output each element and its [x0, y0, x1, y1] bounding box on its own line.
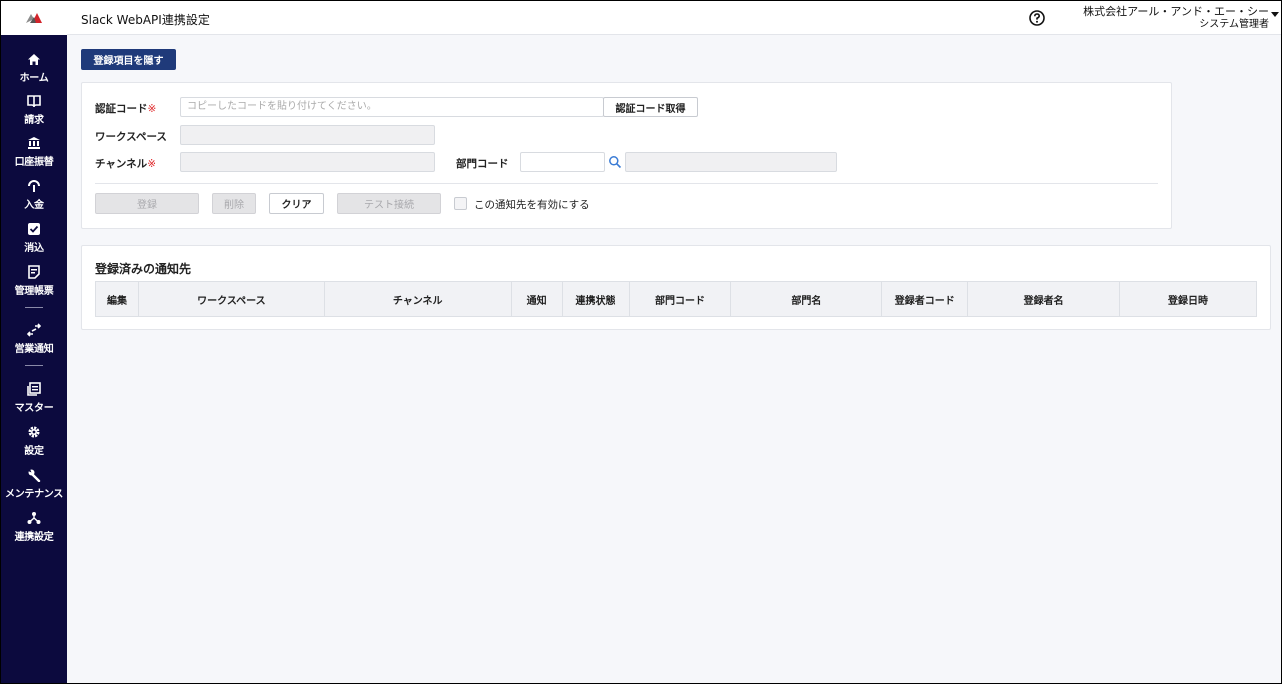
search-icon[interactable]	[608, 155, 622, 169]
book-icon	[26, 93, 42, 109]
auth-code-label: 認証コード※	[95, 103, 157, 115]
bank-icon	[26, 135, 42, 151]
column-header-registrant-name[interactable]: 登録者名	[967, 281, 1121, 317]
sidebar-item-label: 入金	[24, 200, 44, 211]
column-header-dept-code[interactable]: 部門コード	[628, 281, 732, 317]
share-icon	[26, 510, 42, 526]
column-header-registrant-code[interactable]: 登録者コード	[881, 281, 969, 317]
column-header-status[interactable]: 連携状態	[561, 281, 630, 317]
sidebar-item-integration[interactable]: 連携設定	[1, 508, 67, 550]
sidebar-item-master[interactable]: マスター	[1, 379, 67, 421]
sidebar-divider	[25, 365, 43, 366]
app-logo[interactable]	[1, 1, 67, 35]
deposit-icon	[26, 178, 42, 194]
sidebar-item-billing[interactable]: 請求	[1, 91, 67, 133]
test-connection-button[interactable]: テスト接続	[337, 193, 441, 214]
channel-select[interactable]	[180, 152, 435, 172]
workspace-field	[180, 125, 435, 145]
sidebar-item-label: 営業通知	[14, 344, 54, 355]
sidebar-item-label: 設定	[24, 446, 44, 457]
sidebar-item-label: メンテナンス	[5, 489, 63, 500]
sidebar-item-home[interactable]: ホーム	[1, 49, 67, 91]
column-header-edit[interactable]: 編集	[95, 281, 139, 317]
auth-code-input[interactable]: コピーしたコードを貼り付けてください。	[180, 97, 604, 117]
register-button[interactable]: 登録	[95, 193, 199, 214]
company-name: 株式会社アール・アンド・エー・シー	[1083, 5, 1269, 18]
chevron-down-icon[interactable]	[1271, 12, 1279, 17]
delete-button[interactable]: 削除	[212, 193, 256, 214]
sidebar-item-label: 請求	[24, 115, 44, 126]
channel-label: チャンネル※	[95, 158, 156, 170]
sidebar-item-deposit[interactable]: 入金	[1, 176, 67, 218]
sidebar-item-bank-transfer[interactable]: 口座振替	[1, 133, 67, 175]
column-header-channel[interactable]: チャンネル	[323, 281, 512, 317]
master-icon	[26, 381, 42, 397]
sidebar-item-label: 連携設定	[14, 532, 54, 543]
check-icon	[26, 221, 42, 237]
sidebar: ホーム 請求 口座振替 入金 消込 管理帳票 営業通知 マスター 設定 メンテナ…	[1, 1, 67, 683]
sidebar-item-reports[interactable]: 管理帳票	[1, 262, 67, 304]
sidebar-item-label: マスター	[14, 403, 54, 414]
sidebar-item-maintenance[interactable]: メンテナンス	[1, 465, 67, 507]
help-icon[interactable]	[1029, 10, 1045, 26]
dept-name-field	[625, 152, 837, 172]
column-header-workspace[interactable]: ワークスペース	[137, 281, 325, 317]
sidebar-item-settings[interactable]: 設定	[1, 422, 67, 464]
hide-form-button[interactable]: 登録項目を隠す	[81, 49, 176, 70]
user-menu[interactable]: 株式会社アール・アンド・エー・シー システム管理者	[1083, 5, 1269, 31]
section-title: 登録済みの通知先	[95, 262, 192, 276]
enable-notification-label: この通知先を有効にする	[474, 199, 590, 211]
sidebar-item-label: 口座振替	[14, 157, 54, 168]
sidebar-item-sales-notice[interactable]: 営業通知	[1, 320, 67, 362]
sidebar-divider	[25, 307, 43, 308]
dept-code-input[interactable]	[520, 152, 605, 172]
clear-button[interactable]: クリア	[269, 193, 324, 214]
transfer-icon	[26, 322, 42, 338]
sidebar-item-reconcile[interactable]: 消込	[1, 219, 67, 261]
column-header-dept-name[interactable]: 部門名	[730, 281, 883, 317]
top-header: Slack WebAPI連携設定 株式会社アール・アンド・エー・シー システム管…	[67, 1, 1281, 35]
gear-icon	[26, 424, 42, 440]
home-icon	[26, 51, 42, 67]
report-icon	[26, 264, 42, 280]
wrench-icon	[26, 467, 42, 483]
divider	[95, 183, 1158, 184]
dept-code-label: 部門コード	[456, 158, 509, 170]
column-header-notify[interactable]: 通知	[510, 281, 563, 317]
column-header-registered-at[interactable]: 登録日時	[1119, 281, 1257, 317]
registered-table: 編集 ワークスペース チャンネル 通知 連携状態 部門コード 部門名 登録者コー…	[95, 281, 1257, 317]
enable-notification-checkbox[interactable]	[454, 197, 467, 210]
registration-form: 認証コード※ コピーしたコードを貼り付けてください。 認証コード取得 ワークスペ…	[81, 82, 1172, 229]
sidebar-item-label: ホーム	[19, 73, 49, 84]
user-role: システム管理者	[1199, 19, 1269, 30]
logo-icon	[26, 13, 42, 23]
registered-notifications-panel: 登録済みの通知先 編集 ワークスペース チャンネル 通知 連携状態 部門コード …	[81, 245, 1271, 330]
sidebar-item-label: 消込	[24, 243, 44, 254]
workspace-label: ワークスペース	[95, 131, 167, 143]
page-title: Slack WebAPI連携設定	[81, 13, 210, 27]
sidebar-item-label: 管理帳票	[14, 286, 54, 297]
app-window: ホーム 請求 口座振替 入金 消込 管理帳票 営業通知 マスター 設定 メンテナ…	[0, 0, 1282, 684]
get-auth-code-button[interactable]: 認証コード取得	[603, 97, 698, 117]
required-mark: ※	[147, 158, 156, 170]
required-mark: ※	[147, 103, 157, 115]
table-header-row: 編集 ワークスペース チャンネル 通知 連携状態 部門コード 部門名 登録者コー…	[95, 281, 1257, 317]
